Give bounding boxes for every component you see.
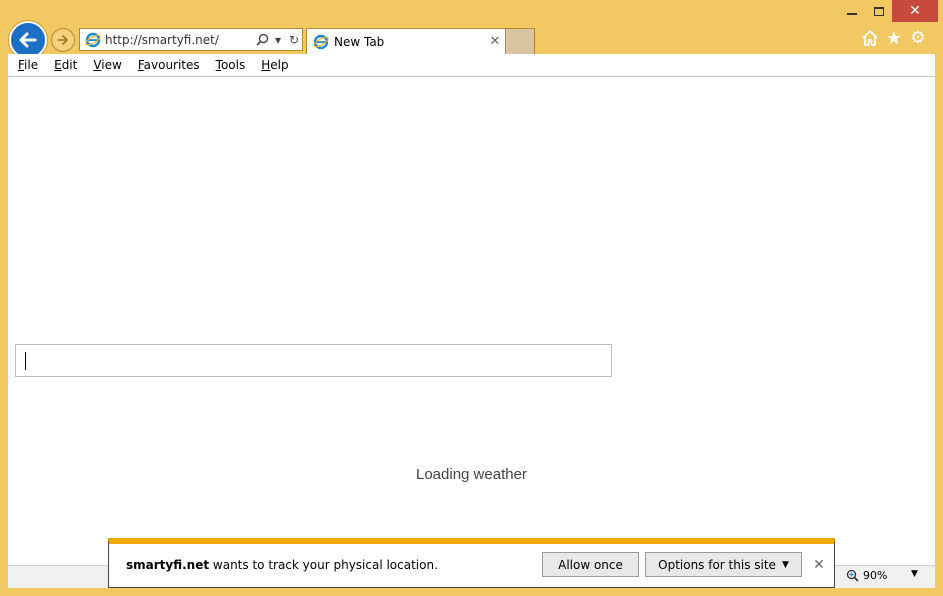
home-icon[interactable] bbox=[860, 28, 880, 48]
tab-ie-icon bbox=[313, 34, 329, 49]
minimize-button[interactable] bbox=[838, 0, 866, 22]
address-url[interactable]: http://smartyfi.net/ bbox=[105, 33, 254, 47]
settings-gear-icon[interactable]: ⚙ bbox=[908, 28, 928, 48]
notification-text: wants to track your physical location. bbox=[209, 558, 438, 572]
zoom-icon bbox=[846, 569, 859, 582]
weather-status: Loading weather bbox=[416, 466, 527, 483]
refresh-icon[interactable]: ↻ bbox=[286, 30, 302, 50]
close-icon: ✕ bbox=[909, 3, 921, 19]
notification-close-icon[interactable]: ✕ bbox=[811, 557, 827, 573]
forward-arrow-icon bbox=[57, 35, 68, 45]
menu-view[interactable]: View bbox=[85, 58, 129, 72]
ie-icon bbox=[85, 32, 101, 47]
tab-title: New Tab bbox=[334, 34, 385, 49]
dropdown-arrow-icon: ▼ bbox=[781, 559, 789, 570]
zoom-control[interactable]: 90% ▼ bbox=[846, 569, 918, 582]
search-icon[interactable] bbox=[254, 30, 270, 50]
search-input[interactable] bbox=[15, 344, 612, 377]
allow-once-button[interactable]: Allow once bbox=[542, 552, 639, 577]
location-notification-bar: smartyfi.net wants to track your physica… bbox=[108, 538, 835, 588]
new-tab-button[interactable] bbox=[506, 28, 535, 54]
menu-help[interactable]: Help bbox=[253, 58, 296, 72]
options-for-site-button[interactable]: Options for this site ▼ bbox=[645, 552, 802, 577]
notification-site: smartyfi.net bbox=[126, 558, 210, 572]
back-arrow-icon bbox=[19, 32, 37, 48]
page-content: Loading weather bbox=[8, 77, 935, 565]
maximize-button[interactable] bbox=[866, 0, 892, 22]
tab-close-icon[interactable]: ✕ bbox=[485, 34, 505, 49]
zoom-level: 90% bbox=[863, 569, 888, 582]
address-dropdown-icon[interactable]: ▾ bbox=[270, 30, 286, 50]
notification-message: smartyfi.net wants to track your physica… bbox=[126, 558, 438, 572]
zoom-dropdown-icon[interactable]: ▼ bbox=[911, 569, 918, 579]
favourites-star-icon[interactable]: ★ bbox=[884, 28, 904, 49]
address-bar[interactable]: http://smartyfi.net/ ▾ ↻ bbox=[79, 28, 303, 51]
menu-favourites[interactable]: Favourites bbox=[130, 58, 208, 72]
close-window-button[interactable]: ✕ bbox=[892, 0, 938, 22]
maximize-icon bbox=[874, 6, 884, 16]
menu-tools[interactable]: Tools bbox=[208, 58, 254, 72]
menu-bar: File Edit View Favourites Tools Help bbox=[8, 54, 935, 77]
menu-edit[interactable]: Edit bbox=[46, 58, 85, 72]
tab-new-tab[interactable]: New Tab ✕ bbox=[306, 28, 506, 54]
menu-file[interactable]: File bbox=[8, 58, 46, 72]
forward-button[interactable] bbox=[51, 28, 75, 52]
minimize-icon bbox=[847, 13, 857, 15]
text-caret bbox=[25, 352, 26, 370]
